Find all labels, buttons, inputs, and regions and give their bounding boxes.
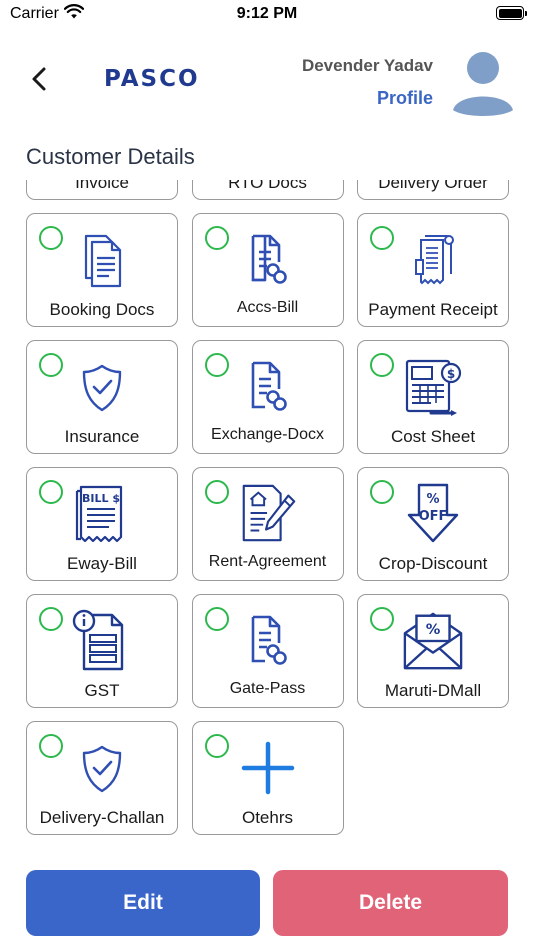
doc-card-maruti-dmall[interactable]: % Maruti-DMall (357, 594, 509, 708)
documents-grid: Invoice RTO Docs Delivery Order Booking … (26, 180, 509, 835)
doc-card-accs-bill[interactable]: Accs-Bill (191, 213, 344, 327)
doc-label: Cost Sheet (390, 427, 476, 446)
documents-stack-icon (70, 228, 134, 292)
file-link-icon (236, 355, 300, 419)
doc-card-invoice[interactable]: Invoice (26, 180, 178, 200)
doc-label: Eway-Bill (67, 554, 137, 573)
avatar-icon[interactable] (452, 48, 514, 118)
edit-button[interactable]: Edit (26, 870, 260, 936)
doc-label: Insurance (64, 427, 140, 446)
doc-label: RTO Docs (228, 180, 307, 192)
documents-scroll-area[interactable]: Invoice RTO Docs Delivery Order Booking … (0, 180, 534, 848)
battery-icon (496, 6, 527, 20)
doc-card-eway-bill[interactable]: BILL $ Eway-Bill (26, 467, 178, 581)
status-bar: Carrier 9:12 PM (0, 0, 534, 30)
agreement-icon (236, 482, 300, 546)
receipt-icon (401, 228, 465, 292)
profile-link[interactable]: Profile (377, 88, 433, 109)
doc-label: Delivery Order (378, 180, 488, 192)
doc-card-rent-agreement[interactable]: Rent-Agreement (191, 467, 344, 581)
doc-label: Delivery-Challan (39, 808, 165, 827)
app-header: PASCO Devender Yadav Profile (0, 40, 534, 125)
discount-envelope-icon: % (401, 609, 465, 673)
doc-card-delivery-challan[interactable]: Delivery-Challan (26, 721, 178, 835)
shield-check-icon (70, 736, 134, 800)
svg-text:$: $ (447, 367, 455, 381)
doc-card-cost-sheet[interactable]: $ Cost Sheet (357, 340, 509, 454)
doc-label: Rent-Agreement (208, 553, 327, 570)
delete-button[interactable]: Delete (273, 870, 508, 936)
doc-label: Crop-Discount (378, 554, 488, 573)
doc-card-exchange-docx[interactable]: Exchange-Docx (191, 340, 344, 454)
pasco-logo: PASCO (104, 66, 200, 92)
select-radio[interactable] (370, 226, 394, 250)
doc-card-payment-receipt[interactable]: Payment Receipt (357, 213, 509, 327)
select-radio[interactable] (204, 226, 229, 250)
doc-card-gst[interactable]: GST (26, 594, 178, 708)
discount-icon-text: OFF (419, 509, 448, 524)
plus-icon (236, 736, 300, 800)
file-link-icon (236, 228, 300, 292)
bill-icon-text: BILL $ (82, 492, 120, 505)
doc-label: Payment Receipt (368, 300, 498, 319)
select-radio[interactable] (39, 226, 63, 250)
shield-check-icon (70, 355, 134, 419)
select-radio[interactable] (204, 734, 229, 758)
doc-card-crop-discount[interactable]: % OFF Crop-Discount (357, 467, 509, 581)
clock-time: 9:12 PM (236, 5, 298, 22)
svg-text:%: % (426, 622, 441, 638)
select-radio[interactable] (370, 480, 394, 504)
doc-card-insurance[interactable]: Insurance (26, 340, 178, 454)
doc-card-others[interactable]: Otehrs (191, 721, 344, 835)
select-radio[interactable] (204, 607, 229, 631)
doc-card-gate-pass[interactable]: Gate-Pass (191, 594, 344, 708)
doc-label: Booking Docs (49, 300, 155, 319)
doc-label: Exchange-Docx (211, 426, 324, 443)
bill-icon: BILL $ (70, 482, 134, 546)
cost-sheet-icon: $ (401, 355, 465, 419)
select-radio[interactable] (370, 607, 394, 631)
select-radio[interactable] (39, 353, 63, 377)
doc-card-delivery-order[interactable]: Delivery Order (357, 180, 509, 200)
select-radio[interactable] (204, 480, 229, 504)
back-arrow-icon[interactable] (26, 64, 52, 94)
file-link-icon (236, 609, 300, 673)
doc-card-rto-docs[interactable]: RTO Docs (191, 180, 344, 200)
doc-label: Accs-Bill (236, 299, 299, 316)
select-radio[interactable] (370, 353, 394, 377)
select-radio[interactable] (39, 607, 63, 631)
info-document-icon (70, 609, 134, 673)
select-radio[interactable] (39, 734, 63, 758)
doc-label: Gate-Pass (229, 680, 306, 697)
doc-label: GST (84, 681, 120, 700)
discount-tag-icon: % OFF (401, 482, 465, 546)
section-title: Customer Details (26, 144, 195, 169)
user-name: Devender Yadav (301, 56, 433, 75)
doc-label: Maruti-DMall (384, 681, 482, 700)
select-radio[interactable] (204, 353, 229, 377)
select-radio[interactable] (39, 480, 63, 504)
doc-label: Invoice (75, 180, 129, 192)
svg-text:%: % (426, 492, 439, 507)
doc-card-booking-docs[interactable]: Booking Docs (26, 213, 178, 327)
doc-label: Otehrs (241, 808, 294, 827)
